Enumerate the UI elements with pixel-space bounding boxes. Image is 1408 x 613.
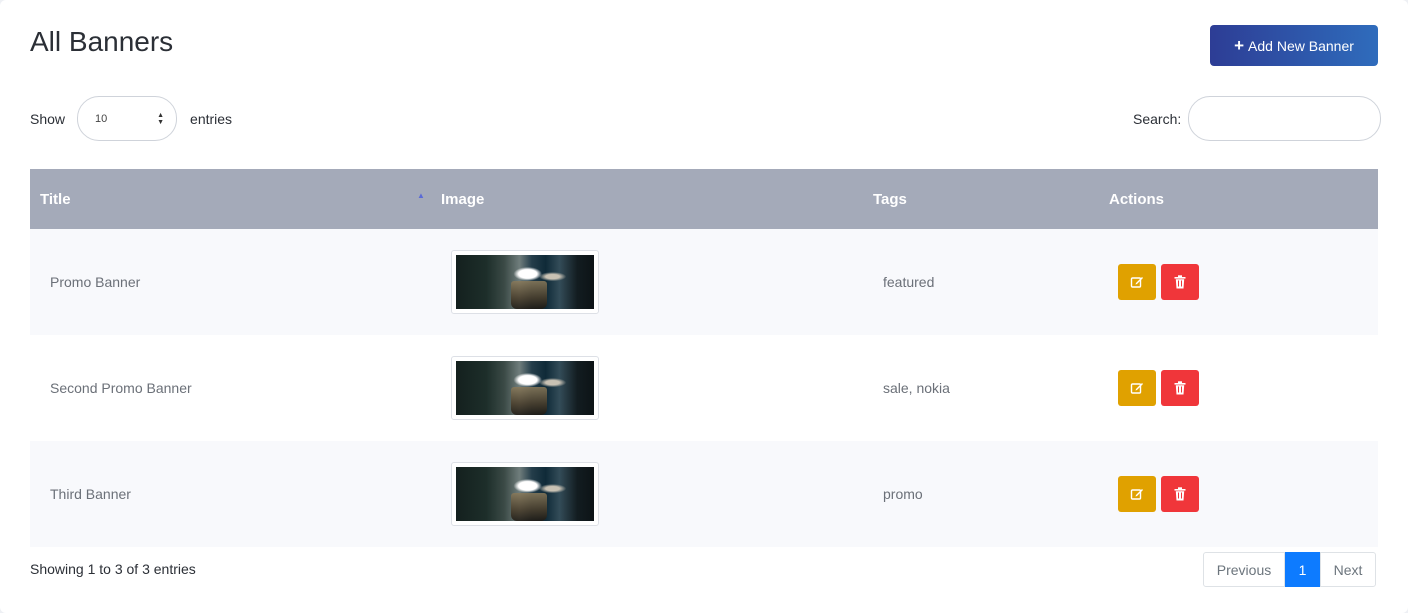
table-header: Title ▲ Image Tags Actions xyxy=(30,169,1378,229)
table-row: Third Banner promo xyxy=(30,441,1378,547)
column-header-actions: Actions xyxy=(1109,190,1165,208)
entries-label: entries xyxy=(190,110,233,127)
plus-icon: + xyxy=(1234,36,1245,55)
column-header-title[interactable]: Title xyxy=(40,169,71,229)
page-title: All Banners xyxy=(30,26,174,57)
row-actions xyxy=(1118,441,1199,547)
sort-asc-icon: ▲ xyxy=(417,191,425,200)
column-header-image[interactable]: Image xyxy=(441,169,484,229)
entries-select-value: 10 xyxy=(95,112,108,125)
row-image-cell xyxy=(451,441,599,547)
table-info: Showing 1 to 3 of 3 entries xyxy=(30,561,196,577)
pagination: Previous 1 Next xyxy=(1203,552,1376,587)
banners-table: Title ▲ Image Tags Actions Promo Banner … xyxy=(30,169,1378,547)
row-tags: featured xyxy=(883,274,935,290)
row-tags: promo xyxy=(883,486,923,502)
banners-card: All Banners + Add New Banner Show 10 ▲ ▼ … xyxy=(0,0,1408,613)
banner-thumbnail xyxy=(451,250,599,314)
edit-icon xyxy=(1130,383,1143,394)
edit-button[interactable] xyxy=(1118,476,1156,512)
row-image-cell xyxy=(451,335,599,441)
edit-icon xyxy=(1130,277,1143,288)
row-tags: sale, nokia xyxy=(883,380,950,396)
banner-thumbnail xyxy=(451,356,599,420)
trash-icon xyxy=(1174,487,1186,501)
previous-page-button[interactable]: Previous xyxy=(1203,552,1285,587)
table-row: Promo Banner featured xyxy=(30,229,1378,335)
add-new-banner-label: Add New Banner xyxy=(1248,37,1354,54)
edit-icon xyxy=(1130,489,1143,500)
delete-button[interactable] xyxy=(1161,476,1199,512)
edit-button[interactable] xyxy=(1118,264,1156,300)
entries-select[interactable]: 10 ▲ ▼ xyxy=(77,96,178,141)
show-label: Show xyxy=(30,110,66,127)
row-actions xyxy=(1118,229,1199,335)
banner-thumbnail xyxy=(451,462,599,526)
delete-button[interactable] xyxy=(1161,264,1199,300)
row-title: Third Banner xyxy=(50,486,131,502)
trash-icon xyxy=(1174,275,1186,289)
page-1-button[interactable]: 1 xyxy=(1285,552,1320,587)
row-image-cell xyxy=(451,229,599,335)
entries-length-control: Show 10 ▲ ▼ entries xyxy=(30,96,232,141)
next-page-button[interactable]: Next xyxy=(1320,552,1376,587)
column-header-tags[interactable]: Tags xyxy=(873,169,907,229)
row-title: Promo Banner xyxy=(50,274,141,290)
row-actions xyxy=(1118,335,1199,441)
add-new-banner-button[interactable]: + Add New Banner xyxy=(1210,25,1378,66)
table-row: Second Promo Banner sale, nokia xyxy=(30,335,1378,441)
search-control: Search: xyxy=(1133,96,1382,141)
edit-button[interactable] xyxy=(1118,370,1156,406)
search-input[interactable] xyxy=(1188,96,1382,141)
row-title: Second Promo Banner xyxy=(50,380,192,396)
select-caret-icon: ▲ ▼ xyxy=(157,111,165,126)
search-label: Search: xyxy=(1133,110,1182,127)
delete-button[interactable] xyxy=(1161,370,1199,406)
trash-icon xyxy=(1174,381,1186,395)
